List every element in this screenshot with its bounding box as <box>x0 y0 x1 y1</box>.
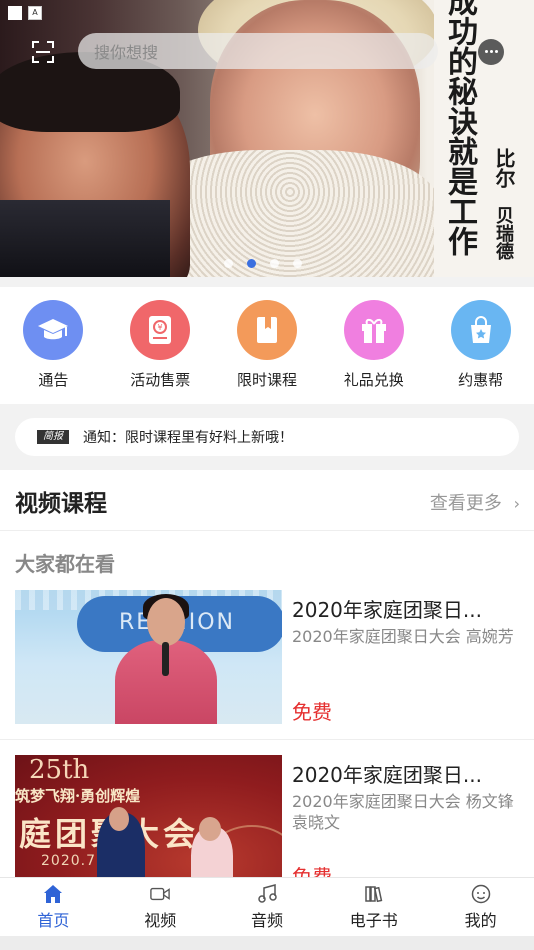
grid-item-announcement[interactable]: 通告 <box>0 287 107 404</box>
bottom-tab-bar: 首页 视频 音频 电子书 我的 <box>0 877 534 937</box>
notice-text: 通知：限时课程里有好料上新哦！ <box>83 430 293 446</box>
status-square-icon <box>8 6 22 20</box>
scan-icon[interactable] <box>30 39 56 65</box>
status-bar-icons: A <box>8 6 42 20</box>
status-a-icon: A <box>28 6 42 20</box>
tab-label: 视频 <box>144 911 177 930</box>
search-input[interactable] <box>78 33 396 71</box>
tab-label: 电子书 <box>349 911 398 930</box>
calligraphy-author-1: 比尔 <box>492 148 516 188</box>
grid-item-limited-courses[interactable]: 限时课程 <box>214 287 321 404</box>
gift-icon <box>343 300 404 360</box>
grid-label: 活动售票 <box>130 371 191 389</box>
calligraphy-author-2: 贝瑞德 <box>493 206 514 260</box>
tab-home[interactable]: 首页 <box>0 878 107 937</box>
microphone-icon <box>162 642 169 676</box>
grid-label: 限时课程 <box>236 371 297 389</box>
banner-photo-suit <box>0 200 170 277</box>
ticket-icon: ¥ <box>130 300 191 360</box>
see-more-label: 查看更多 <box>429 493 502 514</box>
carousel-dot[interactable] <box>224 259 233 268</box>
home-icon <box>43 884 63 904</box>
chevron-right-icon: › <box>513 494 520 513</box>
grid-item-gift-exchange[interactable]: 礼品兑换 <box>320 287 427 404</box>
carousel-dot[interactable] <box>293 259 302 268</box>
course-card[interactable]: 25th 筑梦飞翔·勇创辉煌 庭团聚大会 2020.7 2020年家庭团聚日..… <box>0 755 534 889</box>
shopping-bag-icon <box>450 300 511 360</box>
course-description: 2020年家庭团聚日大会 高婉芳 <box>292 627 514 646</box>
quick-entry-grid: 通告 ¥ 活动售票 限时课程 礼品兑换 约惠帮 <box>0 287 534 404</box>
course-price: 免费 <box>292 700 332 724</box>
tab-profile[interactable]: 我的 <box>427 878 534 937</box>
carousel-dot[interactable] <box>270 259 279 268</box>
thumbnail-year: 2020.7 <box>41 853 96 869</box>
section-header: 视频课程 查看更多 › <box>0 470 534 531</box>
video-courses-section: 视频课程 查看更多 › 大家都在看 REUNION 2020年家庭团聚日... … <box>0 470 534 889</box>
system-nav-strip <box>0 936 534 950</box>
message-icon[interactable] <box>478 39 504 65</box>
calligraphy-main-text: 成功的秘诀就是工作 <box>442 0 477 256</box>
section-subtitle: 大家都在看 <box>15 552 115 576</box>
section-title: 视频课程 <box>15 491 107 517</box>
banner-carousel[interactable]: 成功的秘诀就是工作 比尔 贝瑞德 A <box>0 0 534 277</box>
see-more-link[interactable]: 查看更多 › <box>430 489 520 515</box>
divider <box>0 739 534 740</box>
course-thumbnail[interactable]: REUNION <box>15 590 282 724</box>
course-thumbnail[interactable]: 25th 筑梦飞翔·勇创辉煌 庭团聚大会 2020.7 <box>15 755 282 889</box>
carousel-indicator <box>224 259 302 268</box>
tab-label: 我的 <box>464 911 497 930</box>
tab-label: 首页 <box>37 911 70 930</box>
course-title[interactable]: 2020年家庭团聚日... <box>292 759 518 788</box>
grid-label: 约惠帮 <box>458 371 504 389</box>
notice-area: 简报 通知：限时课程里有好料上新哦！ <box>0 404 534 470</box>
course-card[interactable]: REUNION 2020年家庭团聚日... 2020年家庭团聚日大会 高婉芳 免… <box>0 590 534 724</box>
course-description: 2020年家庭团聚日大会 杨文锋 袁晓文 <box>292 792 514 832</box>
music-icon <box>257 884 277 904</box>
grid-label: 礼品兑换 <box>343 371 404 389</box>
notice-badge: 简报 <box>37 430 69 444</box>
course-title[interactable]: 2020年家庭团聚日... <box>292 594 518 623</box>
carousel-dot-active[interactable] <box>247 259 256 268</box>
book-icon <box>236 300 297 360</box>
tab-audio[interactable]: 音频 <box>214 878 321 937</box>
svg-text:¥: ¥ <box>158 323 163 332</box>
tab-label: 音频 <box>250 911 283 930</box>
books-icon <box>364 884 384 904</box>
grid-item-yuehuibang[interactable]: 约惠帮 <box>427 287 534 404</box>
tab-video[interactable]: 视频 <box>107 878 214 937</box>
grid-item-tickets[interactable]: ¥ 活动售票 <box>107 287 214 404</box>
notice-bar[interactable]: 简报 通知：限时课程里有好料上新哦！ <box>15 418 519 456</box>
profile-icon <box>471 884 491 904</box>
grid-label: 通告 <box>38 371 69 389</box>
thumbnail-slogan: 筑梦飞翔·勇创辉煌 <box>15 787 141 805</box>
search-bar[interactable] <box>78 33 438 71</box>
graduation-cap-icon <box>23 300 84 360</box>
thumbnail-big-text: 25th <box>29 755 90 785</box>
video-icon <box>150 884 170 904</box>
tab-ebook[interactable]: 电子书 <box>320 878 427 937</box>
